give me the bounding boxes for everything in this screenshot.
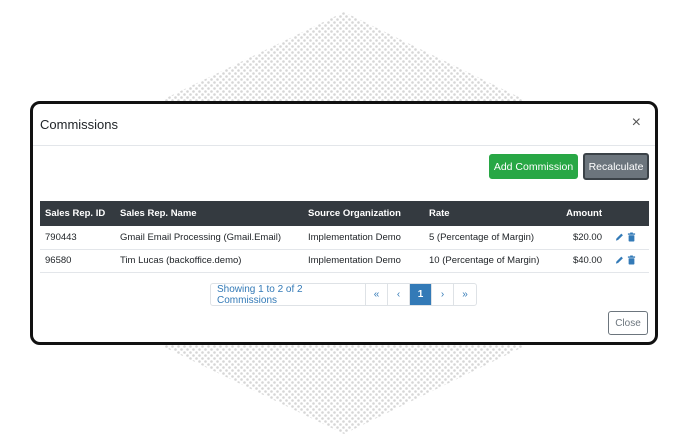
first-page-button[interactable]: « bbox=[366, 284, 388, 305]
pagination: Showing 1 to 2 of 2 Commissions « ‹ 1 › … bbox=[210, 283, 477, 306]
cell-amount: $40.00 bbox=[550, 249, 607, 273]
col-header-rate: Rate bbox=[424, 201, 550, 226]
next-page-button[interactable]: › bbox=[432, 284, 454, 305]
close-icon[interactable]: × bbox=[632, 115, 641, 131]
trash-icon[interactable] bbox=[627, 232, 636, 242]
col-header-rep-name: Sales Rep. Name bbox=[115, 201, 303, 226]
trash-icon[interactable] bbox=[627, 255, 636, 265]
table-header-row: Sales Rep. ID Sales Rep. Name Source Org… bbox=[40, 201, 649, 226]
col-header-amount: Amount bbox=[550, 201, 607, 226]
cell-rep-id: 790443 bbox=[40, 226, 115, 250]
close-button[interactable]: Close bbox=[608, 311, 648, 335]
pagination-info: Showing 1 to 2 of 2 Commissions bbox=[211, 284, 366, 305]
table-row: 96580 Tim Lucas (backoffice.demo) Implem… bbox=[40, 249, 649, 273]
cell-source-org: Implementation Demo bbox=[303, 226, 424, 250]
commissions-modal: Commissions × Add Commission Recalculate… bbox=[30, 101, 658, 345]
col-header-rep-id: Sales Rep. ID bbox=[40, 201, 115, 226]
pencil-icon[interactable] bbox=[615, 232, 624, 242]
add-commission-button[interactable]: Add Commission bbox=[489, 154, 578, 179]
cell-actions bbox=[607, 249, 649, 273]
modal-title: Commissions bbox=[40, 117, 119, 132]
prev-page-button[interactable]: ‹ bbox=[388, 284, 410, 305]
cell-actions bbox=[607, 226, 649, 250]
cell-rep-name: Gmail Email Processing (Gmail.Email) bbox=[115, 226, 303, 250]
cell-rate: 10 (Percentage of Margin) bbox=[424, 249, 550, 273]
cell-rate: 5 (Percentage of Margin) bbox=[424, 226, 550, 250]
commissions-table: Sales Rep. ID Sales Rep. Name Source Org… bbox=[40, 201, 649, 273]
col-header-source-org: Source Organization bbox=[303, 201, 424, 226]
pencil-icon[interactable] bbox=[615, 255, 624, 265]
cell-rep-name: Tim Lucas (backoffice.demo) bbox=[115, 249, 303, 273]
col-header-actions bbox=[607, 201, 649, 226]
page-1-button[interactable]: 1 bbox=[410, 284, 432, 305]
last-page-button[interactable]: » bbox=[454, 284, 476, 305]
cell-source-org: Implementation Demo bbox=[303, 249, 424, 273]
recalculate-button[interactable]: Recalculate bbox=[583, 153, 649, 180]
modal-header: Commissions × bbox=[33, 104, 655, 146]
table-row: 790443 Gmail Email Processing (Gmail.Ema… bbox=[40, 226, 649, 250]
cell-amount: $20.00 bbox=[550, 226, 607, 250]
cell-rep-id: 96580 bbox=[40, 249, 115, 273]
